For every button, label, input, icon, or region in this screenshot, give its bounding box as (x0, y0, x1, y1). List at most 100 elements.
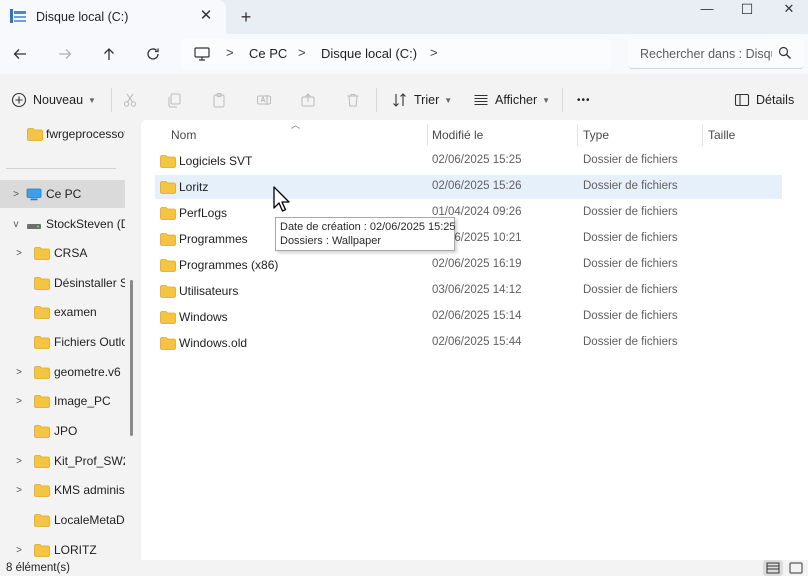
folder-icon (160, 337, 176, 350)
file-name: Loritz (179, 180, 209, 194)
status-bar: 8 élément(s) (0, 560, 808, 576)
new-tab-button[interactable]: + (236, 7, 256, 27)
details-label: Détails (756, 93, 795, 107)
search-input[interactable] (640, 45, 772, 63)
chevron-down-icon: ▼ (88, 95, 96, 105)
folder-icon (34, 305, 50, 319)
chevron-down-icon[interactable]: v (11, 219, 21, 230)
more-options-button[interactable]: ••• (577, 90, 591, 110)
delete-button[interactable] (345, 90, 367, 110)
file-row-programmes[interactable]: Programmes 02/06/2025 10:21 Dossier de f… (155, 227, 782, 251)
nav-item-stocksteven[interactable]: v StockSteven (D:) (0, 210, 126, 238)
nav-item-desinstaller[interactable]: Désinstaller So (0, 269, 125, 297)
address-bar[interactable]: > Ce PC > Disque local (C:) > (182, 39, 610, 69)
file-row-utilisateurs[interactable]: Utilisateurs 03/06/2025 14:12 Dossier de… (155, 279, 782, 303)
breadcrumb-separator: > (298, 45, 306, 60)
arrow-up-icon (104, 48, 114, 60)
file-type: Dossier de fichiers (583, 284, 678, 296)
file-name: Windows (179, 310, 228, 324)
nav-item-kms[interactable]: > KMS administr (0, 476, 125, 504)
nav-item-ce-pc[interactable]: > Ce PC (0, 180, 125, 208)
maximize-button[interactable]: ☐ (730, 0, 764, 20)
command-bar: Nouveau ▼ Trier ▼ Afficher ▼ ••• Détails (0, 80, 808, 120)
close-tab-icon[interactable]: ✕ (198, 8, 214, 24)
back-button[interactable] (9, 43, 31, 65)
nav-scrollbar[interactable] (130, 280, 133, 436)
nav-item-loritz[interactable]: > LORITZ (0, 536, 125, 560)
chevron-right-icon[interactable]: > (14, 248, 24, 259)
nav-item-localemetadata[interactable]: LocaleMetaDa (0, 506, 125, 534)
folder-icon (34, 513, 50, 527)
close-window-button[interactable]: ✕ (772, 0, 806, 20)
cut-button[interactable] (122, 90, 144, 110)
file-name: Logiciels SVT (179, 154, 253, 168)
file-name: Programmes (x86) (179, 258, 279, 272)
file-list[interactable]: ︿ Nom Modifié le Type Taille Logiciels S… (141, 120, 808, 560)
breadcrumb-ce-pc[interactable]: Ce PC (249, 46, 287, 61)
nav-item-label: Ce PC (46, 187, 82, 201)
chevron-right-icon[interactable]: > (14, 545, 24, 556)
paste-button[interactable] (211, 90, 233, 110)
folder-icon (160, 233, 176, 246)
sort-ascending-icon: ︿ (291, 120, 301, 130)
computer-icon (194, 47, 210, 61)
chevron-right-icon[interactable]: > (14, 396, 24, 407)
search-icon (778, 46, 791, 59)
details-pane-button[interactable]: Détails (734, 90, 794, 110)
file-row-windows[interactable]: Windows 02/06/2025 15:14 Dossier de fich… (155, 305, 782, 329)
nav-item-geometre[interactable]: > geometre.v6 (0, 358, 125, 386)
column-divider[interactable] (427, 124, 428, 146)
search-box[interactable] (628, 39, 804, 69)
file-name: PerfLogs (179, 206, 228, 220)
file-row-perflogs[interactable]: PerfLogs 01/04/2024 09:26 Dossier de fic… (155, 201, 782, 225)
refresh-button[interactable] (142, 43, 164, 65)
address-row: > Ce PC > Disque local (C:) > (0, 34, 808, 74)
column-divider[interactable] (702, 124, 703, 146)
tab-disque-local[interactable]: Disque local (C:) ✕ (0, 0, 226, 34)
file-row-programmes-x86[interactable]: Programmes (x86) 02/06/2025 16:19 Dossie… (155, 253, 782, 277)
column-header-modified[interactable]: Modifié le (432, 124, 483, 146)
forward-button[interactable] (54, 43, 76, 65)
nav-item-jpo[interactable]: JPO (0, 417, 125, 445)
navigation-pane[interactable]: fwrgeprocessoff > Ce PC v StockSteven (D… (0, 120, 125, 560)
share-button[interactable] (300, 90, 322, 110)
copy-button[interactable] (166, 90, 188, 110)
rename-button[interactable] (256, 90, 278, 110)
file-type: Dossier de fichiers (583, 154, 678, 166)
nav-item-fichiers-outlook[interactable]: Fichiers Outlo (0, 328, 125, 356)
column-divider[interactable] (577, 124, 578, 146)
minimize-button[interactable]: — (690, 0, 724, 20)
new-button[interactable]: Nouveau ▼ (11, 90, 96, 110)
sort-button[interactable]: Trier ▼ (392, 90, 452, 110)
nav-item-kit-prof[interactable]: > Kit_Prof_SW20 (0, 447, 125, 475)
nav-item-label: LocaleMetaDa (54, 513, 125, 527)
tiles-view-button[interactable] (786, 560, 806, 576)
breadcrumb-disque-local[interactable]: Disque local (C:) (321, 46, 417, 61)
folder-icon (160, 181, 176, 194)
column-header-name[interactable]: Nom (171, 124, 196, 146)
chevron-right-icon[interactable]: > (14, 485, 24, 496)
file-modified: 02/06/2025 16:19 (432, 258, 522, 270)
nav-item-examen[interactable]: examen (0, 298, 125, 326)
mouse-cursor-icon (273, 186, 290, 212)
folder-icon (34, 483, 50, 497)
column-header-type[interactable]: Type (583, 124, 609, 146)
folder-icon (34, 424, 50, 438)
file-row-loritz[interactable]: Loritz 02/06/2025 15:26 Dossier de fichi… (155, 175, 782, 199)
file-row-windows-old[interactable]: Windows.old 02/06/2025 15:44 Dossier de … (155, 331, 782, 355)
column-header-size[interactable]: Taille (708, 124, 735, 146)
new-label: Nouveau (33, 93, 84, 107)
details-view-button[interactable] (763, 560, 783, 576)
chevron-right-icon[interactable]: > (14, 367, 24, 378)
up-button[interactable] (98, 43, 120, 65)
nav-item-fwrgeprocessoff[interactable]: fwrgeprocessoff (0, 120, 125, 148)
chevron-right-icon[interactable]: > (14, 456, 24, 467)
nav-item-label: JPO (54, 424, 78, 438)
file-type: Dossier de fichiers (583, 336, 678, 348)
chevron-right-icon[interactable]: > (11, 189, 21, 200)
file-type: Dossier de fichiers (583, 232, 678, 244)
file-row-logiciels-svt[interactable]: Logiciels SVT 02/06/2025 15:25 Dossier d… (155, 149, 782, 173)
nav-item-crsa[interactable]: > CRSA (0, 239, 125, 267)
nav-item-image-pc[interactable]: > Image_PC (0, 387, 125, 415)
view-button[interactable]: Afficher ▼ (473, 90, 550, 110)
